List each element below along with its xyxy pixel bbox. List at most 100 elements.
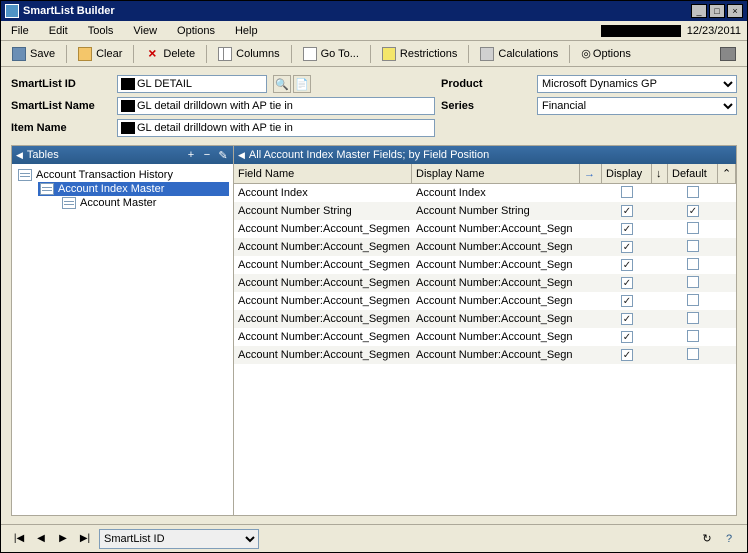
col-display[interactable]: Display	[602, 164, 652, 183]
checkbox-default[interactable]: ✓	[687, 205, 699, 217]
checkbox-display[interactable]: ✓	[621, 277, 633, 289]
remove-table-button[interactable]: −	[201, 149, 213, 161]
cell-display: ✓	[602, 312, 652, 327]
checkbox-display[interactable]: ✓	[621, 223, 633, 235]
checkbox-default[interactable]	[687, 186, 699, 198]
help-button[interactable]: ?	[721, 531, 737, 547]
maximize-button[interactable]: □	[709, 4, 725, 18]
checkbox-default[interactable]	[687, 222, 699, 234]
checkbox-default[interactable]	[687, 348, 699, 360]
checkbox-display[interactable]: ✓	[621, 241, 633, 253]
checkbox-display[interactable]: ✓	[621, 259, 633, 271]
grid-row[interactable]: Account Number:Account_SegmenAccount Num…	[234, 256, 736, 274]
calculations-button[interactable]: Calculations	[473, 44, 565, 64]
nav-last-button[interactable]: ▶|	[77, 531, 93, 547]
minimize-button[interactable]: _	[691, 4, 707, 18]
tree-label: Account Transaction History	[36, 169, 173, 181]
checkbox-display[interactable]	[621, 186, 633, 198]
save-icon	[12, 47, 26, 61]
grid-row[interactable]: Account Number StringAccount Number Stri…	[234, 202, 736, 220]
grid-row[interactable]: Account Number:Account_SegmenAccount Num…	[234, 328, 736, 346]
col-arrow[interactable]: →	[580, 164, 602, 183]
field-item-name[interactable]: GL detail drilldown with AP tie in	[117, 119, 435, 137]
cell-display: ✓	[602, 348, 652, 363]
columns-button[interactable]: Columns	[211, 44, 286, 64]
nav-first-button[interactable]: |◀	[11, 531, 27, 547]
checkbox-default[interactable]	[687, 330, 699, 342]
redacted-icon	[121, 100, 135, 112]
menu-options[interactable]: Options	[167, 22, 225, 40]
grid-row[interactable]: Account Number:Account_SegmenAccount Num…	[234, 310, 736, 328]
save-button[interactable]: Save	[5, 44, 62, 64]
cell-display-name: Account Number:Account_Segn	[412, 222, 580, 236]
title-bar: SmartList Builder _ □ ×	[1, 1, 747, 21]
grid-row[interactable]: Account Number:Account_SegmenAccount Num…	[234, 274, 736, 292]
print-button[interactable]	[713, 44, 743, 64]
checkbox-default[interactable]	[687, 276, 699, 288]
checkbox-default[interactable]	[687, 258, 699, 270]
options-button[interactable]: ◎Options	[574, 44, 638, 63]
col-field-name[interactable]: Field Name	[234, 164, 412, 183]
restrictions-button[interactable]: Restrictions	[375, 44, 464, 64]
clear-button[interactable]: Clear	[71, 44, 129, 64]
checkbox-default[interactable]	[687, 240, 699, 252]
fields-panel: ◀ All Account Index Master Fields; by Fi…	[234, 145, 737, 516]
cell-default	[668, 311, 718, 328]
footer-selector[interactable]: SmartList ID	[99, 529, 259, 549]
nav-prev-button[interactable]: ◀	[33, 531, 49, 547]
grid-row[interactable]: Account Number:Account_SegmenAccount Num…	[234, 238, 736, 256]
col-default[interactable]: Default	[668, 164, 718, 183]
checkbox-display[interactable]: ✓	[621, 331, 633, 343]
col-display-name[interactable]: Display Name	[412, 164, 580, 183]
grid-row[interactable]: Account IndexAccount Index	[234, 184, 736, 202]
label-series: Series	[441, 100, 531, 112]
tree-item-root[interactable]: Account Transaction History	[16, 168, 229, 182]
close-button[interactable]: ×	[727, 4, 743, 18]
lookup-search-button[interactable]: 🔍	[273, 75, 291, 93]
menu-edit[interactable]: Edit	[39, 22, 78, 40]
separator	[291, 45, 292, 63]
cell-arrow	[580, 264, 602, 266]
lookup-note-button[interactable]: 📄	[293, 75, 311, 93]
value-smartlist-name: GL detail drilldown with AP tie in	[137, 100, 293, 112]
add-table-button[interactable]: +	[185, 149, 197, 161]
grid-row[interactable]: Account Number:Account_SegmenAccount Num…	[234, 220, 736, 238]
edit-table-button[interactable]: ✎	[217, 149, 229, 161]
field-smartlist-id[interactable]: GL DETAIL	[117, 75, 267, 93]
cell-arrow	[580, 300, 602, 302]
app-icon	[5, 4, 19, 18]
menu-view[interactable]: View	[123, 22, 167, 40]
grid-row[interactable]: Account Number:Account_SegmenAccount Num…	[234, 346, 736, 364]
select-series[interactable]: Financial	[537, 97, 737, 115]
goto-button[interactable]: Go To...	[296, 44, 366, 64]
checkbox-display[interactable]: ✓	[621, 349, 633, 361]
delete-button[interactable]: ×Delete	[138, 44, 202, 64]
field-smartlist-name[interactable]: GL detail drilldown with AP tie in	[117, 97, 435, 115]
checkbox-default[interactable]	[687, 294, 699, 306]
tree-item-grandchild[interactable]: Account Master	[60, 196, 229, 210]
select-product[interactable]: Microsoft Dynamics GP	[537, 75, 737, 93]
cell-default	[668, 185, 718, 202]
checkbox-display[interactable]: ✓	[621, 205, 633, 217]
label-smartlist-id: SmartList ID	[11, 78, 111, 90]
cell-expand	[718, 210, 736, 212]
nav-next-button[interactable]: ▶	[55, 531, 71, 547]
refresh-button[interactable]: ↻	[699, 531, 715, 547]
checkbox-display[interactable]: ✓	[621, 295, 633, 307]
label-smartlist-name: SmartList Name	[11, 100, 111, 112]
menu-help[interactable]: Help	[225, 22, 268, 40]
menu-tools[interactable]: Tools	[78, 22, 124, 40]
tree-item-child[interactable]: Account Index Master	[38, 182, 229, 196]
checkbox-display[interactable]: ✓	[621, 313, 633, 325]
grid-row[interactable]: Account Number:Account_SegmenAccount Num…	[234, 292, 736, 310]
checkbox-default[interactable]	[687, 312, 699, 324]
cell-field-name: Account Number:Account_Segmen	[234, 294, 412, 308]
col-sort[interactable]: ↓	[652, 164, 668, 183]
fields-grid: Field Name Display Name → Display ↓ Defa…	[234, 164, 736, 515]
col-expand[interactable]: ⌃	[718, 164, 736, 183]
restrictions-label: Restrictions	[400, 48, 457, 60]
cell-field-name: Account Index	[234, 186, 412, 200]
cell-display: ✓	[602, 294, 652, 309]
clear-label: Clear	[96, 48, 122, 60]
menu-file[interactable]: File	[1, 22, 39, 40]
